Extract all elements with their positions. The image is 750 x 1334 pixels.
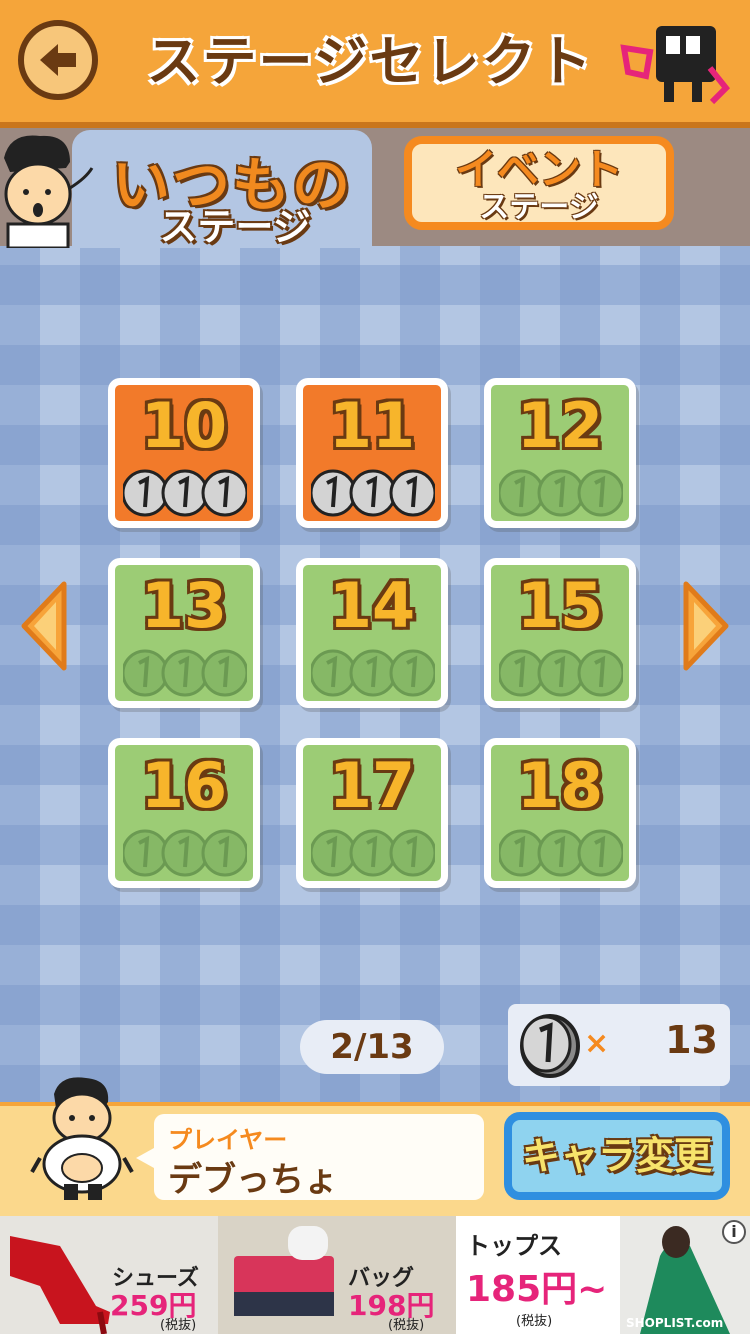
bag-image-icon [234,1226,334,1316]
ad-tax-tops: (税抜) [516,1314,553,1329]
stage-coins-icon [499,829,623,877]
coin-collected-icon [123,469,169,517]
mascot-logo-icon [620,26,730,105]
player-info-bubble: プレイヤー デブっちょ [136,1114,484,1200]
next-page-arrow-icon[interactable] [680,580,732,672]
stage-coins-icon [123,829,247,877]
stage-number: 11 [328,389,416,462]
stage-coins-icon [123,469,247,517]
coin-empty-icon [499,649,545,697]
coin-empty-icon [537,469,585,517]
page-title: ステージセレクト [146,30,594,93]
coin-empty-icon [499,469,545,517]
stage-button-14[interactable]: 14 [296,558,448,708]
stage-number: 17 [328,749,416,822]
stage-button-15[interactable]: 15 [484,558,636,708]
coin-collected-icon [201,469,247,517]
tab-event-stage-title: イベント [454,145,623,194]
character-face-icon [4,135,94,248]
coin-empty-icon [577,829,623,877]
coin-empty-icon [161,829,209,877]
stage-coins-icon [123,649,247,697]
coin-empty-icon [201,649,247,697]
tab-event-stage[interactable]: イベント ステージ [404,136,674,230]
player-avatar [30,1077,134,1200]
stage-number: 15 [516,569,604,642]
coin-collected-icon [389,469,435,517]
coin-empty-icon [537,649,585,697]
coin-count-box: × 13 [508,1004,730,1086]
stage-number: 12 [516,389,604,462]
tab-event-stage-subtitle: ステージ [479,190,599,225]
coin-collected-icon [161,469,209,517]
player-label: プレイヤー [168,1126,288,1154]
ad-info-icon[interactable]: i [722,1220,746,1244]
coin-empty-icon [311,649,357,697]
coin-empty-icon [499,829,545,877]
ad-price-tops: 185円~ [466,1269,608,1310]
ad-tax-shoes: (税抜) [160,1318,197,1333]
stage-button-18[interactable]: 18 [484,738,636,888]
stage-button-13[interactable]: 13 [108,558,260,708]
stage-button-10[interactable]: 10 [108,378,260,528]
back-button[interactable] [18,20,98,100]
prev-page-arrow-icon[interactable] [18,580,70,672]
coin-empty-icon [311,829,357,877]
coin-empty-icon [349,649,397,697]
stage-coins-icon [311,649,435,697]
coin-empty-icon [123,649,169,697]
coin-empty-icon [123,829,169,877]
shoe-image-icon [10,1236,110,1334]
coin-empty-icon [389,649,435,697]
coin-empty-icon [349,829,397,877]
tab-regular-stage-subtitle: ステージ [159,205,311,249]
stage-button-11[interactable]: 11 [296,378,448,528]
stage-number: 13 [140,569,228,642]
stage-progress: 2/13 [300,1020,444,1074]
stage-coins-icon [311,469,435,517]
ad-item-bag[interactable]: バッグ 198円~ (税抜) [218,1216,456,1334]
coin-empty-icon [389,829,435,877]
stage-button-16[interactable]: 16 [108,738,260,888]
ad-item-tops[interactable]: トップス 185円~ (税抜) [456,1216,620,1334]
stage-coins-icon [311,829,435,877]
coin-icon [520,1014,580,1078]
player-name: デブっちょ [168,1160,338,1200]
stage-coins-icon [499,649,623,697]
ad-tax-bag: (税抜) [388,1318,425,1333]
coin-count-value: 13 [665,1018,718,1062]
stage-number: 18 [516,749,604,822]
stage-button-17[interactable]: 17 [296,738,448,888]
coin-empty-icon [577,649,623,697]
stage-coins-icon [499,469,623,517]
stage-number: 16 [140,749,228,822]
coin-multiplier: × [584,1026,610,1061]
stage-button-12[interactable]: 12 [484,378,636,528]
coin-empty-icon [161,649,209,697]
coin-empty-icon [201,829,247,877]
stage-number: 14 [328,569,416,642]
coin-empty-icon [537,829,585,877]
ad-item-shoes[interactable]: シューズ 259円~ (税抜) [0,1216,218,1334]
coin-empty-icon [577,469,623,517]
coin-collected-icon [311,469,357,517]
ad-label-tops: トップス [466,1232,562,1260]
ad-brand: SHOPLIST.com [626,1316,724,1330]
change-character-button[interactable]: キャラ変更 [504,1112,730,1200]
stage-number: 10 [140,389,228,462]
back-arrow-icon [40,44,76,76]
coin-collected-icon [349,469,397,517]
